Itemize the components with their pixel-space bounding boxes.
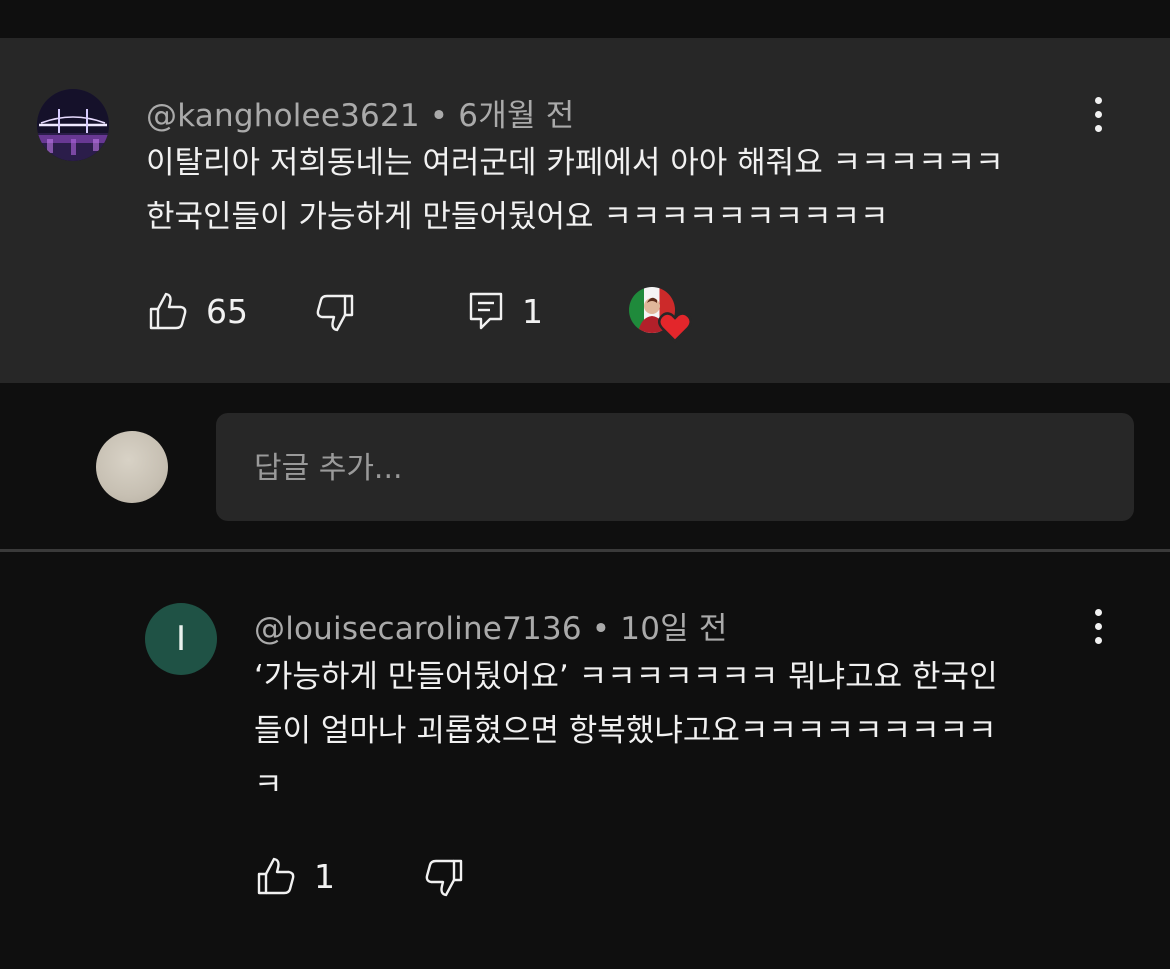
reply-more-options-button[interactable] <box>1083 604 1113 648</box>
comment-time[interactable]: 6개월 전 <box>458 98 574 134</box>
more-vert-icon <box>1094 608 1102 616</box>
reply-like-count: 1 <box>314 856 335 896</box>
heart-icon <box>658 312 692 343</box>
reply-author[interactable]: @louisecaroline7136 <box>254 611 582 647</box>
comment-text: 이탈리아 저희동네는 여러군데 카페에서 아아 해줘요 ㅋㅋㅋㅋㅋㅋ 한국인들이… <box>146 136 1004 244</box>
reply-button[interactable]: 1 <box>468 291 543 331</box>
more-options-button[interactable] <box>1083 92 1113 136</box>
thumbs-up-icon <box>257 857 295 895</box>
bridge-night-icon <box>37 89 109 161</box>
reply-input-box[interactable] <box>216 413 1134 521</box>
reply-count: 1 <box>522 291 543 331</box>
reply-dislike-button[interactable] <box>424 858 464 898</box>
reply-line: ‘가능하게 만들어뒀어요’ ㅋㅋㅋㅋㅋㅋㅋ 뭐냐고요 한국인 <box>254 659 998 695</box>
meta-separator: • <box>429 98 449 134</box>
reply-line: ㅋ <box>254 767 283 803</box>
reply-commenter-avatar[interactable]: I <box>145 603 217 675</box>
reply-meta: @louisecaroline7136 • 10일 전 <box>254 603 728 648</box>
comment-line: 이탈리아 저희동네는 여러군데 카페에서 아아 해줘요 ㅋㅋㅋㅋㅋㅋ <box>146 145 1004 181</box>
more-vert-dot <box>1094 110 1102 118</box>
divider <box>0 549 1170 552</box>
creator-heart-badge <box>629 287 693 345</box>
reply-icon <box>469 292 503 330</box>
reply-input[interactable] <box>252 441 1096 495</box>
reply-text: ‘가능하게 만들어뒀어요’ ㅋㅋㅋㅋㅋㅋㅋ 뭐냐고요 한국인 들이 얼마나 괴롭… <box>254 650 998 812</box>
comment-line: 한국인들이 가능하게 만들어뒀어요 ㅋㅋㅋㅋㅋㅋㅋㅋㅋㅋ <box>146 199 889 235</box>
thumbs-up-icon <box>149 292 187 330</box>
reply-like-button[interactable]: 1 <box>256 856 335 896</box>
more-vert-dot <box>1094 622 1102 630</box>
more-vert-dot <box>1094 636 1102 644</box>
more-vert-icon <box>1094 96 1102 104</box>
reply-line: 들이 얼마나 괴롭혔으면 항복했냐고요ㅋㅋㅋㅋㅋㅋㅋㅋㅋ <box>254 713 997 749</box>
meta-separator: • <box>591 611 611 647</box>
comments-page: @kangholee3621 • 6개월 전 이탈리아 저희동네는 여러군데 카페에… <box>0 0 1170 969</box>
like-count: 65 <box>206 291 248 331</box>
comment-meta: @kangholee3621 • 6개월 전 <box>146 90 574 135</box>
thumbs-down-icon <box>316 294 354 332</box>
more-vert-dot <box>1094 124 1102 132</box>
reply-time[interactable]: 10일 전 <box>620 611 727 647</box>
dislike-button[interactable] <box>315 293 355 333</box>
commenter-avatar[interactable] <box>37 89 109 161</box>
top-comment: @kangholee3621 • 6개월 전 이탈리아 저희동네는 여러군데 카페에… <box>0 38 1170 383</box>
comment-author[interactable]: @kangholee3621 <box>146 98 420 134</box>
like-button[interactable]: 65 <box>148 291 248 331</box>
thumbs-down-icon <box>425 859 463 897</box>
avatar-letter: I <box>175 619 187 659</box>
my-avatar <box>96 431 168 503</box>
